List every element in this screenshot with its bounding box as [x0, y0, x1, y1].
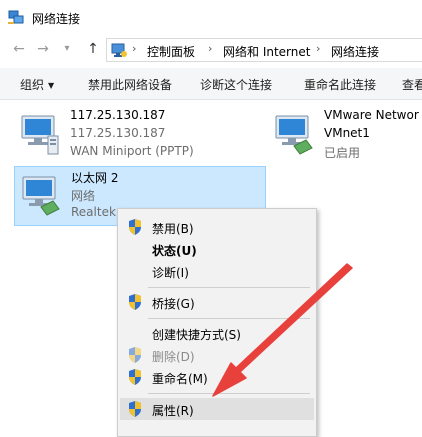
organize-menu-button[interactable]: 组织 ▼	[20, 76, 54, 93]
connection-item[interactable]: 117.25.130.187 117.25.130.187 WAN Minipo…	[14, 106, 234, 164]
connection-device: Realtek	[71, 205, 116, 219]
breadcrumb-separator-icon: ›	[208, 42, 213, 55]
forward-arrow-icon[interactable]: →	[34, 40, 52, 58]
menu-item-disable[interactable]: 禁用(B)	[120, 216, 314, 238]
breadcrumb-network-connections[interactable]: 网络连接	[331, 43, 379, 60]
recent-locations-chevron-icon[interactable]: ▾	[58, 40, 76, 58]
connection-device: WAN Miniport (PPTP)	[70, 144, 194, 158]
rename-connection-button[interactable]: 重命名此连接	[304, 76, 376, 93]
up-arrow-icon[interactable]: ↑	[84, 40, 102, 58]
breadcrumb-separator-icon: ›	[132, 42, 137, 55]
title-bar: 网络连接	[0, 0, 422, 34]
menu-separator	[148, 287, 310, 288]
chevron-down-icon: ▼	[48, 81, 55, 90]
menu-item-label: 诊断(I)	[152, 266, 189, 280]
connection-status: 117.25.130.187	[70, 126, 166, 140]
diagnose-connection-button[interactable]: 诊断这个连接	[200, 76, 272, 93]
address-box[interactable]: › 控制面板 › 网络和 Internet › 网络连接	[106, 38, 422, 62]
organize-label: 组织	[20, 78, 45, 92]
connection-name: VMware Networ	[324, 108, 419, 122]
breadcrumb-network-internet[interactable]: 网络和 Internet	[223, 43, 310, 60]
menu-item-properties[interactable]: 属性(R)	[120, 398, 314, 420]
back-arrow-icon[interactable]: ←	[10, 40, 28, 58]
disable-device-button[interactable]: 禁用此网络设备	[88, 76, 172, 93]
uac-shield-icon	[129, 294, 141, 310]
connection-status: VMnet1	[324, 126, 370, 140]
breadcrumb-separator-icon: ›	[316, 42, 321, 55]
uac-shield-icon	[129, 219, 141, 235]
uac-shield-icon	[129, 347, 141, 363]
ethernet-adapter-icon	[22, 176, 60, 216]
connection-item[interactable]: VMware Networ VMnet1 已启用	[268, 106, 422, 164]
network-connections-icon	[8, 10, 24, 24]
context-menu: 禁用(B) 状态(U) 诊断(I) 桥接(G) 创建快捷方式(S) 删除(D) …	[117, 208, 317, 437]
view-status-button[interactable]: 查看	[402, 76, 422, 93]
network-adapter-icon	[275, 115, 313, 155]
menu-item-diagnose[interactable]: 诊断(I)	[120, 260, 314, 282]
menu-item-rename[interactable]: 重命名(M)	[120, 366, 314, 388]
menu-item-bridge[interactable]: 桥接(G)	[120, 291, 314, 313]
vpn-connection-icon	[21, 115, 59, 155]
menu-item-status[interactable]: 状态(U)	[120, 238, 314, 260]
menu-item-create-shortcut[interactable]: 创建快捷方式(S)	[120, 322, 314, 344]
menu-separator	[148, 393, 310, 394]
menu-item-label: 禁用(B)	[152, 222, 194, 236]
menu-item-label: 状态(U)	[152, 244, 197, 258]
connection-status: 网络	[71, 189, 96, 203]
menu-item-label: 重命名(M)	[152, 372, 208, 386]
menu-item-label: 桥接(G)	[152, 297, 195, 311]
uac-shield-icon	[129, 369, 141, 385]
window-title: 网络连接	[32, 12, 81, 26]
command-bar: 组织 ▼ 禁用此网络设备 诊断这个连接 重命名此连接 查看	[0, 68, 422, 100]
uac-shield-icon	[129, 401, 141, 417]
connection-device: 已启用	[324, 146, 361, 160]
connection-name: 以太网 2	[71, 171, 119, 185]
connection-name: 117.25.130.187	[70, 108, 166, 122]
menu-item-delete[interactable]: 删除(D)	[120, 344, 314, 366]
breadcrumb-control-panel[interactable]: 控制面板	[147, 43, 195, 60]
menu-item-label: 删除(D)	[152, 350, 195, 364]
menu-item-label: 属性(R)	[152, 404, 194, 418]
control-panel-icon	[111, 43, 127, 57]
menu-separator	[148, 318, 310, 319]
address-bar: ← → ▾ ↑ › 控制面板 › 网络和 Internet › 网络连接	[0, 34, 422, 64]
menu-item-label: 创建快捷方式(S)	[152, 328, 241, 342]
